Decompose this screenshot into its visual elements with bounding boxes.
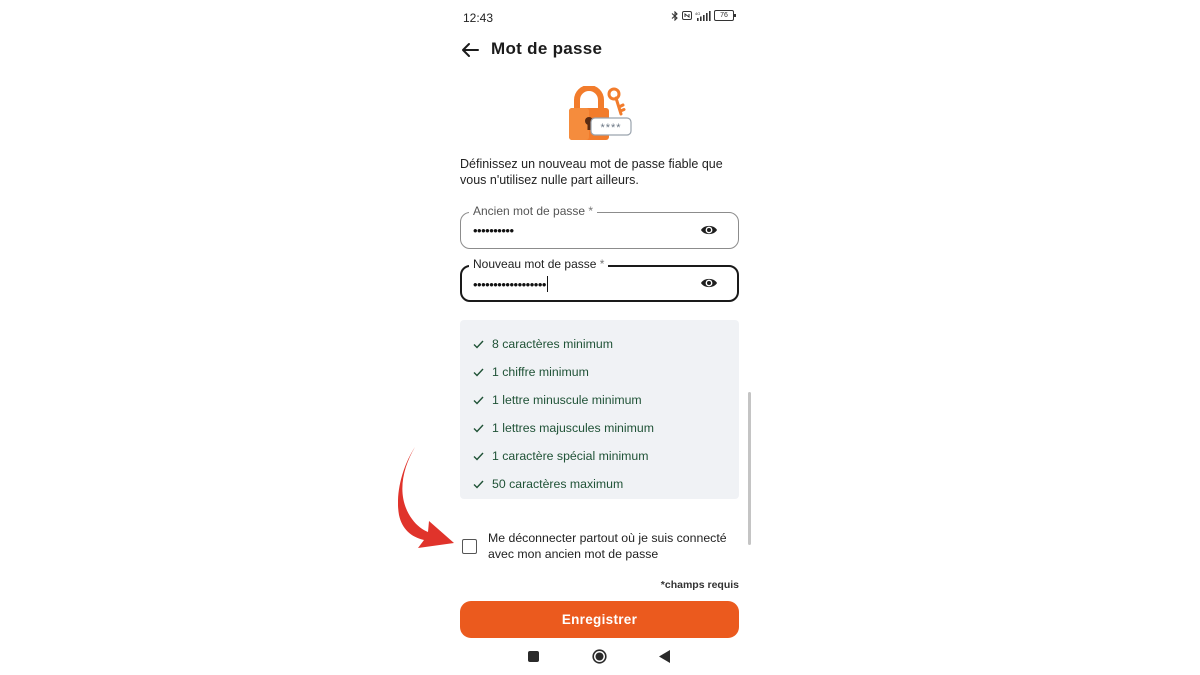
scrollbar[interactable] <box>748 392 751 545</box>
page-title: Mot de passe <box>491 39 603 58</box>
old-password-label: Ancien mot de passe * <box>469 204 598 218</box>
requirement-item: 50 caractères maximum <box>460 470 739 498</box>
phone-screen: 12:43 4G 76 Mot de passe **** Définissez… <box>448 0 752 675</box>
text-cursor <box>546 276 549 292</box>
logout-everywhere-checkbox[interactable] <box>462 539 477 554</box>
check-icon <box>473 452 484 461</box>
square-icon[interactable] <box>528 651 539 662</box>
check-icon <box>473 480 484 489</box>
password-requirements: 8 caractères minimum 1 chiffre minimum 1… <box>460 320 739 499</box>
svg-text:4G: 4G <box>695 11 700 16</box>
requirement-item: 1 chiffre minimum <box>460 358 739 386</box>
eye-icon[interactable] <box>700 223 718 237</box>
new-password-label: Nouveau mot de passe * <box>469 257 609 271</box>
nfc-icon <box>682 11 692 20</box>
requirement-item: 1 lettres majuscules minimum <box>460 414 739 442</box>
red-arrow-annotation-icon <box>398 447 454 548</box>
required-fields-note: *champs requis <box>660 579 739 591</box>
new-password-value: •••••••••••••••••• <box>473 276 549 292</box>
padlock-key-icon: **** <box>569 86 632 140</box>
old-password-value: •••••••••• <box>473 223 514 238</box>
intro-text: Définissez un nouveau mot de passe fiabl… <box>460 157 723 187</box>
signal-icon: 4G <box>695 10 711 21</box>
old-password-field[interactable]: Ancien mot de passe * •••••••••• <box>460 204 739 249</box>
check-icon <box>473 424 484 433</box>
logout-everywhere-label[interactable]: Me déconnecter partout où je suis connec… <box>488 530 738 562</box>
eye-icon[interactable] <box>700 276 718 290</box>
new-password-field[interactable]: Nouveau mot de passe * •••••••••••••••••… <box>460 257 739 302</box>
check-icon <box>473 340 484 349</box>
check-icon <box>473 368 484 377</box>
requirement-item: 1 lettre minuscule minimum <box>460 386 739 414</box>
status-time: 12:43 <box>463 11 494 25</box>
bluetooth-icon <box>671 10 678 21</box>
triangle-icon[interactable] <box>659 650 670 663</box>
save-button[interactable]: Enregistrer <box>460 601 739 638</box>
mask-text: **** <box>600 122 621 134</box>
requirement-item: 1 caractère spécial minimum <box>460 442 739 470</box>
circle-icon[interactable] <box>592 649 607 664</box>
requirement-item: 8 caractères minimum <box>460 330 739 358</box>
status-icons: 4G 76 <box>671 10 736 21</box>
battery-indicator: 76 <box>714 10 736 21</box>
check-icon <box>473 396 484 405</box>
arrow-left-icon[interactable] <box>460 40 480 60</box>
